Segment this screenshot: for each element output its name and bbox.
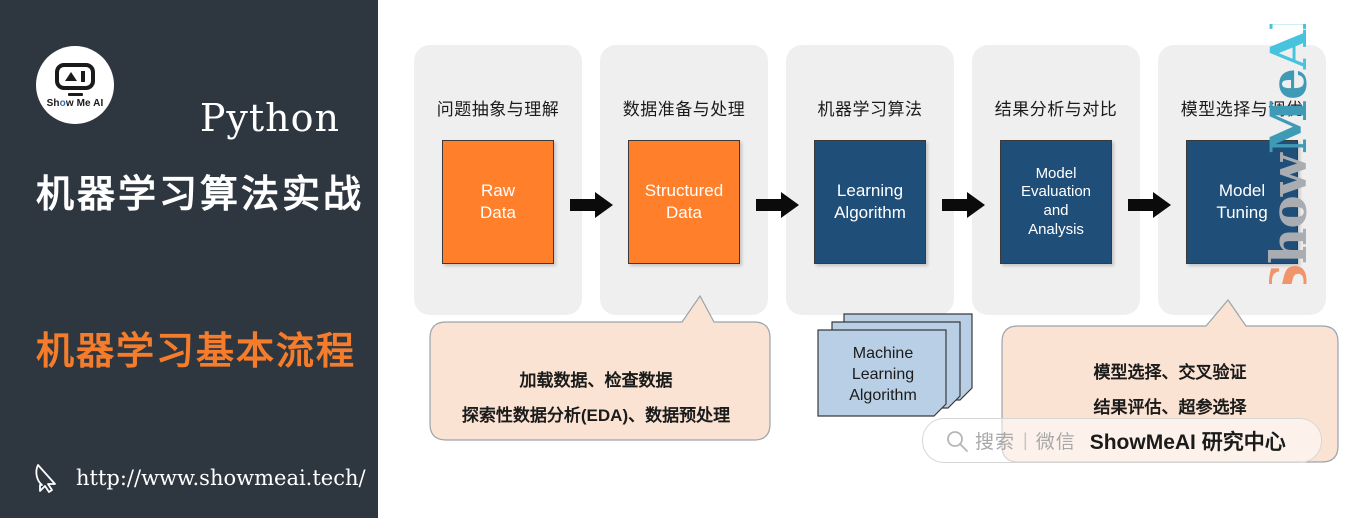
callout-right-line1: 模型选择、交叉验证 (1093, 363, 1247, 382)
search-icon (947, 430, 968, 452)
slide-root: Show Me AI Python 机器学习算法实战 机器学习基本流程 http… (0, 0, 1361, 518)
course-title: 机器学习算法实战 (36, 174, 365, 216)
stage-box-structured-data: Structured Data (628, 140, 740, 264)
stage-box-line: Data (666, 203, 702, 222)
letter-i-bar-icon (81, 71, 85, 82)
cursor-pointer-icon (35, 464, 56, 493)
flow-arrow-icon-4 (1128, 192, 1171, 218)
stage-panel-4: 结果分析与对比 Model Evaluation and Analysis (972, 45, 1140, 315)
stage-title-3: 机器学习算法 (817, 100, 923, 119)
stage-box-line: Model (1035, 164, 1077, 182)
search-brand: ShowMeAI 研究中心 (1089, 430, 1286, 454)
python-label: Python (199, 96, 340, 140)
search-watermark[interactable]: 搜索 | 微信 ShowMeAI 研究中心 (922, 418, 1322, 463)
stage-panel-3: 机器学习算法 Learning Algorithm (786, 45, 954, 315)
search-separator: | (1023, 430, 1028, 450)
caret-up-icon (65, 72, 77, 81)
stage-panel-2: 数据准备与处理 Structured Data (600, 45, 768, 315)
callout-left: 加载数据、检查数据 探索性数据分析(EDA)、数据预处理 (414, 294, 778, 466)
stage-box-line: and (1043, 202, 1069, 219)
topic-title: 机器学习基本流程 (36, 331, 357, 373)
stage-box-raw-data: Raw Data (442, 140, 554, 264)
stage-box-line: Tuning (1216, 203, 1268, 222)
stage-box-line: Data (480, 203, 516, 222)
callout-right-line2: 结果评估、超参选择 (1093, 398, 1247, 417)
stage-title-5: 模型选择与调优 (1180, 100, 1304, 119)
ml-card-line: Algorithm (849, 386, 917, 404)
search-label: 搜索 (975, 432, 1016, 453)
stage-box-line: Analysis (1028, 220, 1084, 238)
stage-title-4: 结果分析与对比 (994, 100, 1118, 119)
ml-card-label: Machine Learning Algorithm (820, 344, 946, 406)
stage-box-model-evaluation: Model Evaluation and Analysis (1000, 140, 1112, 264)
stage-box-line: Structured (644, 181, 724, 201)
stage-panel-5: 模型选择与调优 Model Tuning (1158, 45, 1326, 315)
stage-box-line: Raw (480, 181, 515, 201)
search-channel: 微信 (1035, 432, 1076, 453)
ml-card-line: Learning (851, 365, 915, 383)
stage-box-line: Model (1218, 181, 1266, 201)
stage-box-line: Evaluation (1020, 183, 1092, 201)
site-url-text: http://www.showmeai.tech/ (76, 466, 366, 490)
stage-box-line: Algorithm (834, 203, 906, 222)
stage-title-2: 数据准备与处理 (622, 100, 746, 119)
stage-box-line: Learning (836, 181, 904, 201)
callout-left-line2: 探索性数据分析(EDA)、数据预处理 (461, 406, 731, 425)
stage-panel-1: 问题抽象与理解 Raw Data (414, 45, 582, 315)
site-url-row[interactable]: http://www.showmeai.tech/ (34, 462, 366, 494)
stage-title-1: 问题抽象与理解 (436, 100, 560, 119)
ml-algorithm-card-stack: Machine Learning Algorithm (814, 312, 974, 420)
flow-arrow-icon-1 (570, 192, 613, 218)
callout-left-line1: 加载数据、检查数据 (519, 371, 673, 390)
sidebar: Show Me AI Python 机器学习算法实战 机器学习基本流程 http… (0, 0, 378, 518)
stage-box-model-tuning: Model Tuning (1186, 140, 1298, 264)
robot-face-icon (55, 63, 95, 90)
ml-card-line: Machine (852, 345, 914, 362)
flow-arrow-icon-3 (942, 192, 985, 218)
flow-arrow-icon-2 (756, 192, 799, 218)
diagram-canvas: 问题抽象与理解 Raw Data 数据准备与处理 Structured Data… (378, 0, 1361, 518)
stage-box-learning-algorithm: Learning Algorithm (814, 140, 926, 264)
